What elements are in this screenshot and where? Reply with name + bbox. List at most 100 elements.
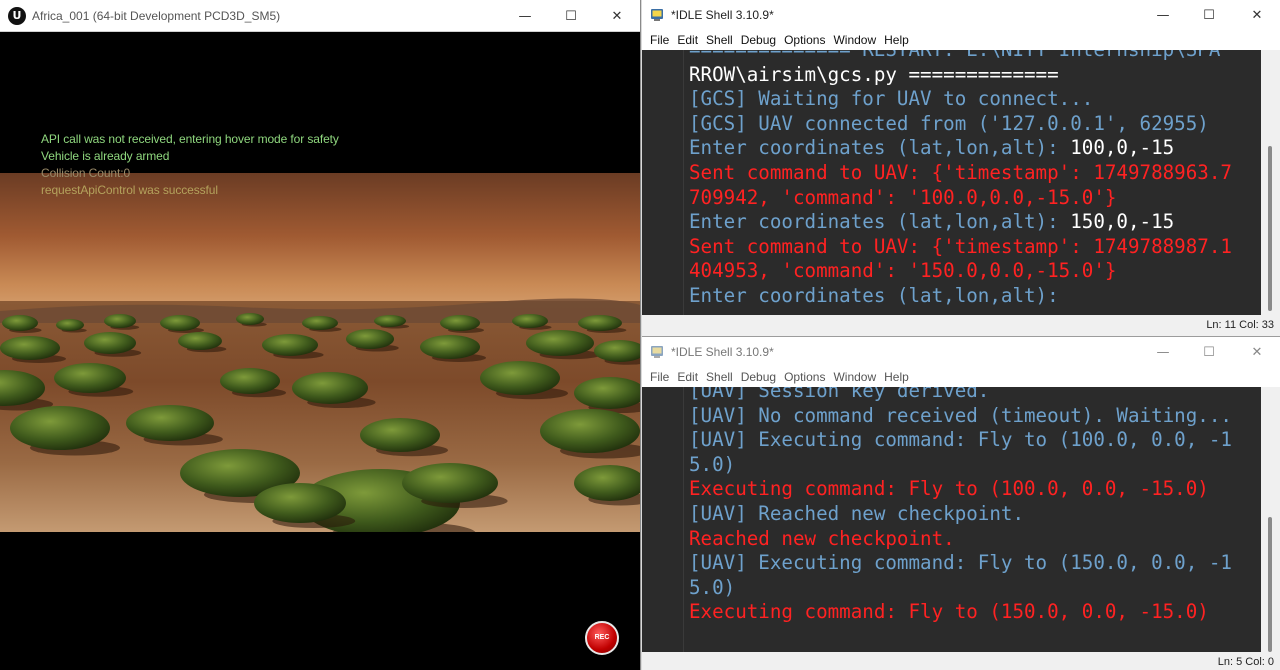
menu-file[interactable]: File [642, 30, 669, 50]
shrub [480, 361, 560, 395]
unreal-titlebar[interactable]: U Africa_001 (64-bit Development PCD3D_S… [0, 0, 640, 32]
unreal-window-title: Africa_001 (64-bit Development PCD3D_SM5… [32, 9, 281, 23]
shell-text: Enter coordinates (lat,lon,alt): [689, 283, 1059, 307]
menu-shell[interactable]: Shell [698, 367, 733, 387]
shell-line: 5.0) [684, 576, 1232, 601]
shell-line: Enter coordinates (lat,lon,alt): 100,0,-… [684, 136, 1232, 161]
shrub [346, 329, 394, 349]
shell-text: Executing command: Fly to (150.0, 0.0, -… [689, 600, 1209, 624]
shell-text: Sent command to UAV: {'timestamp': 17497… [689, 160, 1232, 184]
close-icon[interactable]: ✕ [1234, 337, 1280, 367]
menu-options[interactable]: Options [776, 30, 825, 50]
shell-line: [UAV] Reached new checkpoint. [684, 502, 1232, 527]
shrub [540, 409, 640, 453]
shell-line: [UAV] Session key derived. [684, 387, 1232, 404]
minimize-icon[interactable]: — [1140, 0, 1186, 30]
menu-debug[interactable]: Debug [733, 367, 776, 387]
close-icon[interactable]: ✕ [594, 0, 640, 32]
shell-line: Sent command to UAV: {'timestamp': 17497… [684, 235, 1232, 260]
shrub [160, 315, 200, 331]
minimize-icon[interactable]: — [502, 0, 548, 32]
shell-line: Enter coordinates (lat,lon,alt): [684, 284, 1232, 309]
vertical-scrollbar[interactable] [1261, 50, 1280, 315]
shrub [254, 483, 346, 523]
maximize-icon[interactable]: ☐ [548, 0, 594, 32]
shell-line: 404953, 'command': '150.0,0.0,-15.0'} [684, 259, 1232, 284]
hud-message: API call was not received, entering hove… [41, 132, 339, 146]
idle-titlebar[interactable]: *IDLE Shell 3.10.9* — ☐ ✕ [642, 0, 1280, 30]
shell-text: 5.0) [689, 575, 736, 599]
shrub [420, 335, 480, 359]
menu-debug[interactable]: Debug [733, 30, 776, 50]
shell-line: Enter coordinates (lat,lon,alt): 150,0,-… [684, 210, 1232, 235]
shell-text: Sent command to UAV: {'timestamp': 17497… [689, 234, 1232, 258]
menu-edit[interactable]: Edit [669, 30, 698, 50]
idle-window-title: *IDLE Shell 3.10.9* [671, 345, 774, 359]
menu-help[interactable]: Help [876, 30, 909, 50]
shrub [0, 336, 60, 360]
shell-text: 150,0,-15 [1070, 210, 1175, 234]
shell-text: [UAV] Reached new checkpoint. [689, 501, 1025, 525]
shrub [262, 334, 318, 356]
menu-shell[interactable]: Shell [698, 30, 733, 50]
shell-text: RROW\airsim\gcs.py ============= [689, 62, 1059, 86]
shell-line: Reached new checkpoint. [684, 527, 1232, 552]
shell-text: ============== RESTART: E:\NITT Internsh… [689, 50, 1220, 61]
shrub [178, 332, 222, 350]
shrub [126, 405, 214, 441]
line-gutter [642, 387, 683, 652]
unreal-window: U Africa_001 (64-bit Development PCD3D_S… [0, 0, 641, 670]
shrub [104, 314, 136, 328]
shrub [10, 406, 110, 450]
shrub [54, 363, 126, 393]
shell-text: 100,0,-15 [1070, 136, 1175, 160]
shell-line: RROW\airsim\gcs.py ============= [684, 63, 1232, 88]
idle-titlebar[interactable]: *IDLE Shell 3.10.9* — ☐ ✕ [642, 337, 1280, 367]
status-bar: Ln: 11 Col: 33 [642, 315, 1280, 336]
menu-file[interactable]: File [642, 367, 669, 387]
shell-line: 709942, 'command': '100.0,0.0,-15.0'} [684, 186, 1232, 211]
status-bar: Ln: 5 Col: 0 [642, 652, 1280, 670]
shell-line: Executing command: Fly to (150.0, 0.0, -… [684, 600, 1232, 625]
shrub [374, 315, 406, 327]
unreal-logo-icon: U [8, 7, 26, 25]
shell-text: Reached new checkpoint. [689, 526, 955, 550]
hud-message: requestApiControl was successful [41, 183, 218, 197]
scrollbar-thumb[interactable] [1268, 146, 1272, 311]
menu-window[interactable]: Window [825, 367, 876, 387]
vertical-scrollbar[interactable] [1261, 387, 1280, 652]
shrub [578, 315, 622, 331]
simulation-viewport[interactable]: API call was not received, entering hove… [0, 32, 640, 670]
record-icon[interactable]: REC [585, 621, 619, 655]
menu-edit[interactable]: Edit [669, 367, 698, 387]
shrub [84, 332, 136, 354]
idle-shell-window-gcs: *IDLE Shell 3.10.9* — ☐ ✕ File Edit Shel… [642, 0, 1280, 336]
shell-line: [GCS] Waiting for UAV to connect... [684, 87, 1232, 112]
shrub [512, 314, 548, 328]
minimize-icon[interactable]: — [1140, 337, 1186, 367]
line-gutter [642, 50, 683, 315]
shell-output-area[interactable]: [UAV] Session key derived. [UAV] No comma… [683, 387, 1262, 652]
shell-text: [UAV] Session key derived. [689, 387, 990, 402]
menu-window[interactable]: Window [825, 30, 876, 50]
shell-text: Enter coordinates (lat,lon,alt): [689, 136, 1071, 160]
shell-text: Executing command: Fly to (100.0, 0.0, -… [689, 477, 1209, 501]
maximize-icon[interactable]: ☐ [1186, 0, 1232, 30]
shell-line: Sent command to UAV: {'timestamp': 17497… [684, 161, 1232, 186]
scrollbar-thumb[interactable] [1268, 517, 1272, 652]
menu-help[interactable]: Help [876, 367, 909, 387]
close-icon[interactable]: ✕ [1234, 0, 1280, 30]
shrub [402, 463, 498, 503]
hud-message: Vehicle is already armed [41, 149, 170, 163]
shell-text: 709942, 'command': '100.0,0.0,-15.0'} [689, 185, 1117, 209]
shrub [292, 372, 368, 404]
cursor-position: Ln: 11 Col: 33 [1206, 319, 1274, 331]
desert-landscape-scene [0, 173, 640, 532]
shell-output-area[interactable]: ============== RESTART: E:\NITT Internsh… [683, 50, 1262, 315]
maximize-icon[interactable]: ☐ [1186, 337, 1232, 367]
menu-options[interactable]: Options [776, 367, 825, 387]
shrub [526, 330, 594, 356]
shell-text: [UAV] Executing command: Fly to (150.0, … [689, 551, 1232, 575]
shell-text: 5.0) [689, 452, 736, 476]
shell-line: [UAV] No command received (timeout). Wai… [684, 404, 1232, 429]
